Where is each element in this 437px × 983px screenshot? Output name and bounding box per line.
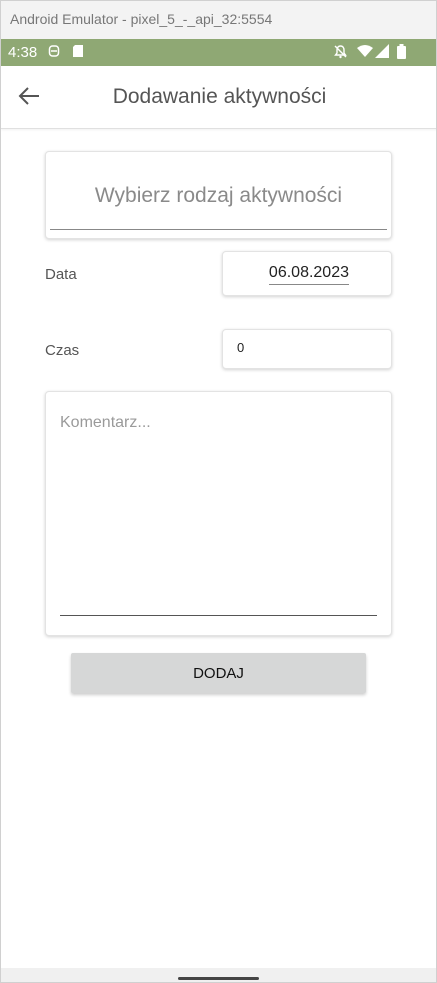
window-titlebar: Android Emulator - pixel_5_-_api_32:5554 (1, 1, 436, 39)
sd-card-icon (72, 44, 84, 62)
time-field-container (222, 329, 392, 369)
page-title: Dodawanie aktywności (112, 85, 327, 108)
notifications-off-icon (333, 44, 348, 63)
comment-field-container (45, 391, 392, 636)
wifi-icon (357, 44, 373, 62)
time-input[interactable] (237, 340, 377, 355)
app-screen: Dodawanie aktywności Wybierz rodzaj akty… (1, 66, 436, 968)
comment-underline (60, 615, 377, 616)
emulator-window: Android Emulator - pixel_5_-_api_32:5554… (0, 0, 437, 983)
app-bar: Dodawanie aktywności (1, 66, 436, 129)
date-value[interactable]: 06.08.2023 (268, 264, 349, 285)
status-time: 4:38 (8, 44, 38, 61)
status-bar: 4:38 (1, 39, 436, 66)
time-label: Czas (45, 342, 80, 359)
date-picker[interactable]: 06.08.2023 (222, 251, 392, 296)
date-label: Data (45, 266, 77, 283)
add-button[interactable]: DODAJ (71, 653, 366, 693)
comment-input[interactable] (60, 414, 376, 584)
navigation-bar (1, 968, 436, 982)
activity-type-placeholder[interactable]: Wybierz rodzaj aktywności (46, 184, 391, 208)
battery-icon (397, 44, 406, 63)
home-indicator[interactable] (178, 977, 259, 980)
activity-type-picker[interactable]: Wybierz rodzaj aktywności (45, 151, 392, 239)
signal-icon (375, 44, 389, 62)
picker-underline (50, 229, 387, 230)
window-title: Android Emulator - pixel_5_-_api_32:5554 (10, 11, 273, 27)
sync-icon (48, 44, 60, 62)
